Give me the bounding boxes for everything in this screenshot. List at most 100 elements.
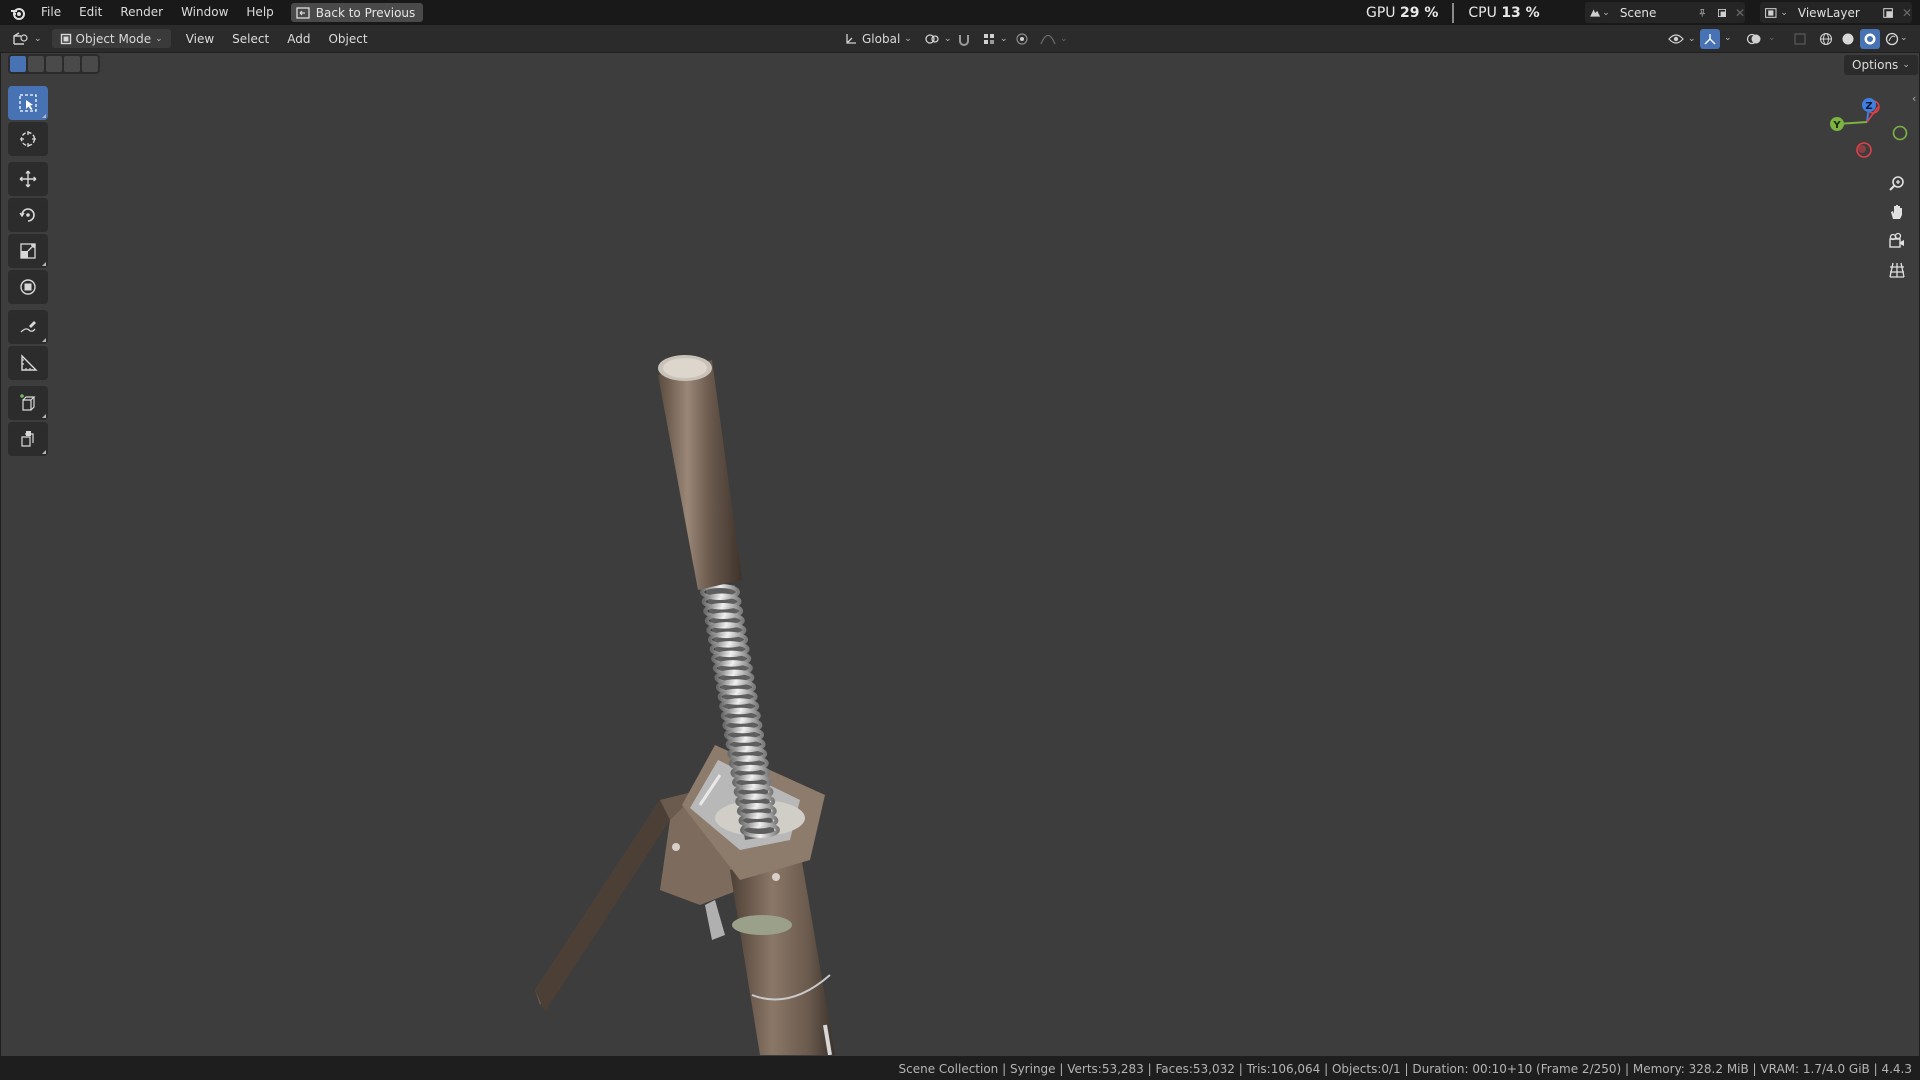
menu-view[interactable]: View [177,32,223,46]
move-tool[interactable] [8,162,48,196]
rotate-tool[interactable] [8,198,48,232]
status-bar: Scene Collection | Syringe | Verts:53,28… [0,1057,1920,1080]
gpu-value: 29 % [1400,4,1439,21]
tool-shelf [8,86,48,456]
gizmo-y-label: Y [1832,120,1841,131]
add-cube-tool[interactable] [8,386,48,420]
snap-increment-icon [984,33,994,44]
visibility-dropdown[interactable]: ⌄ [1660,33,1704,45]
xray-toggle-icon[interactable] [1790,29,1810,49]
snap-target-dropdown[interactable]: ⌄ [974,32,1016,46]
select-invert-icon[interactable] [64,56,80,72]
menu-file[interactable]: File [32,0,70,25]
add-cube-icon [20,394,36,411]
menu-edit[interactable]: Edit [70,0,111,25]
view-layer-selector[interactable]: ⌄ ViewLayer ✕ [1760,2,1912,23]
pivot-point-icon [925,33,939,44]
object-mode-label: Object Mode [75,31,152,46]
solid-shading-icon[interactable] [1838,29,1858,49]
transform-tool[interactable] [8,270,48,304]
object-mode-dropdown[interactable]: Object Mode ⌄ [51,29,171,48]
options-dropdown[interactable]: Options ⌄ [1844,55,1918,75]
camera-view-icon[interactable] [1885,229,1909,253]
resource-stats: GPU 29 % CPU 13 % [1366,0,1540,25]
rendered-shading-icon[interactable] [1882,29,1902,49]
cpu-value: 13 % [1501,4,1540,21]
screen-back-icon [296,6,310,19]
chevron-down-icon: ⌄ [1902,60,1910,70]
chevron-down-icon[interactable]: ⌄ [1768,33,1776,43]
select-intersect-icon[interactable] [82,56,98,72]
scale-tool[interactable] [8,234,48,268]
show-overlays-icon[interactable] [1744,29,1764,49]
delete-scene-icon[interactable]: ✕ [1735,6,1745,20]
chevron-down-icon: ⌄ [904,33,912,44]
select-extend-icon[interactable] [28,56,44,72]
options-label: Options [1852,58,1899,72]
wireframe-shading-icon[interactable] [1816,29,1836,49]
object-mode-icon [60,33,71,44]
move-icon [19,170,37,188]
pivot-point-dropdown[interactable]: ⌄ [916,32,960,46]
rotate-icon [19,208,35,222]
annotate-pencil-icon [20,321,36,333]
scene-icon [1590,8,1601,17]
editor-type-dropdown[interactable]: ⌄ [0,31,50,46]
chevron-down-icon: ⌄ [1688,33,1696,44]
delete-view-layer-icon[interactable]: ✕ [1902,6,1912,20]
scene-name: Scene [1619,5,1657,20]
navigation-gizmo[interactable]: Z Y [1820,90,1920,170]
annotate-tool[interactable] [8,310,48,344]
menu-render[interactable]: Render [111,0,172,25]
menu-help[interactable]: Help [237,0,282,25]
orthographic-grid-icon[interactable] [1885,258,1909,282]
proportional-editing-icon[interactable] [1012,29,1032,49]
back-to-previous-label: Back to Previous [315,5,416,20]
show-gizmo-icon[interactable] [1700,28,1720,49]
chevron-down-icon[interactable]: ⌄ [1900,33,1908,43]
syringe-barrel [730,850,835,1055]
chevron-down-icon: ⌄ [944,33,952,44]
measure-tool[interactable] [8,346,48,380]
chevron-down-icon: ⌄ [1780,7,1788,18]
menu-add[interactable]: Add [278,32,319,46]
select-box-icon [19,94,37,112]
viewport-canvas[interactable] [0,52,1920,1055]
extrude-tool[interactable] [8,422,48,456]
scene-selector[interactable]: ⌄ Scene ✕ [1585,2,1745,23]
chevron-down-icon: ⌄ [1602,7,1610,18]
falloff-curve-icon [1040,34,1056,44]
material-preview-shading-icon[interactable] [1860,29,1880,49]
transform-orientation-label: Global [862,31,901,46]
eye-icon [1668,33,1684,44]
menu-object[interactable]: Object [319,32,376,46]
stats-divider [1452,2,1455,23]
transform-orientation-dropdown[interactable]: Global ⌄ [836,29,920,48]
new-scene-icon[interactable] [1717,6,1727,20]
falloff-dropdown[interactable]: ⌄ [1032,33,1076,45]
chevron-down-icon: ⌄ [34,33,42,44]
select-box-tool[interactable] [8,86,48,120]
blender-logo-icon[interactable] [10,5,26,21]
cursor-tool[interactable] [8,122,48,156]
syringe-plunger-rod [658,355,742,590]
3d-viewport-icon [13,31,28,45]
select-new-icon[interactable] [10,56,26,72]
select-subtract-icon[interactable] [46,56,62,72]
back-to-previous-button[interactable]: Back to Previous [290,3,424,22]
snap-toggle-icon[interactable] [954,29,974,49]
menu-select[interactable]: Select [223,32,278,46]
menu-window[interactable]: Window [172,0,237,25]
cursor-icon [20,131,36,147]
extrude-icon [21,431,34,447]
scene-statistics: Scene Collection | Syringe | Verts:53,28… [898,1061,1912,1076]
pan-hand-icon[interactable] [1885,200,1909,224]
new-view-layer-icon[interactable] [1882,6,1894,20]
orientation-axes-icon [846,33,856,44]
gizmo-neg-y-icon[interactable] [1892,125,1908,141]
chevron-down-icon[interactable]: ⌄ [1724,33,1732,43]
zoom-icon[interactable] [1885,171,1909,195]
pin-icon[interactable] [1698,7,1707,19]
view-layer-icon [1765,7,1777,18]
scale-icon [20,243,36,259]
